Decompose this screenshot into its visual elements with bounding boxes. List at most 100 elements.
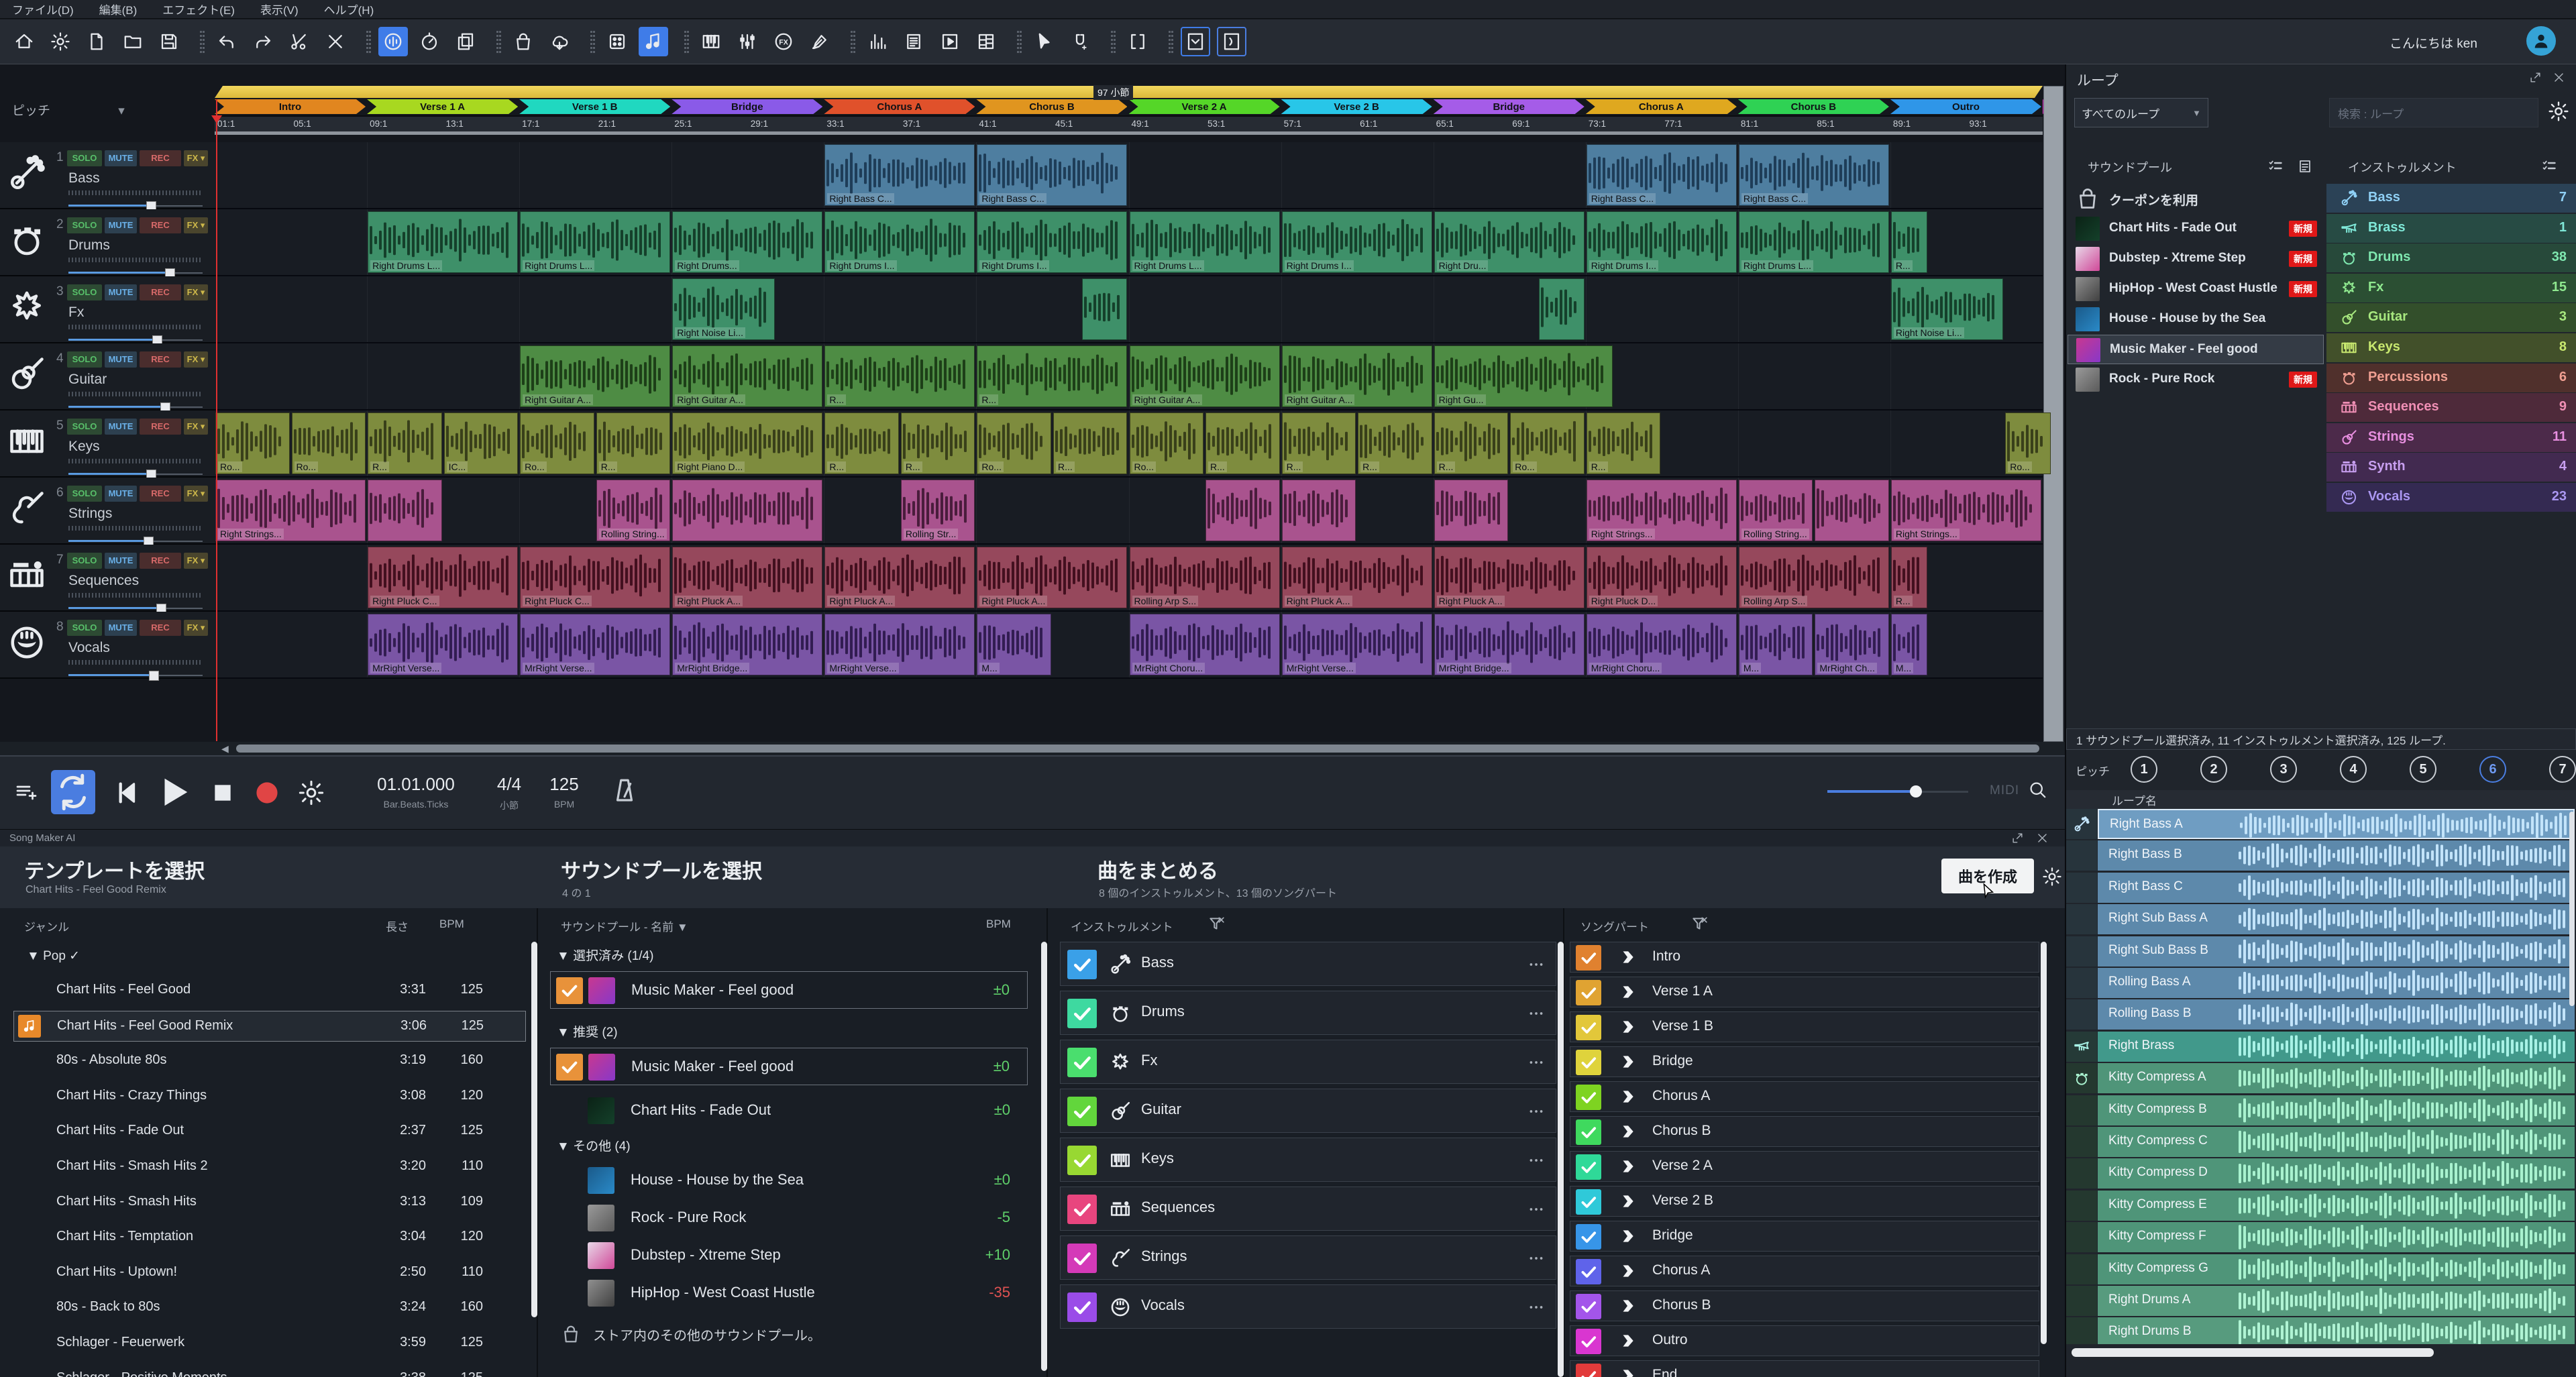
metronome-button[interactable] [610,777,639,805]
audio-clip[interactable]: Right Pluck C... [368,547,518,608]
loop-list-vertical-scrollbar[interactable] [2569,812,2575,1006]
audio-clip[interactable]: Right Noise Li... [672,278,775,340]
effects-fx-icon[interactable]: FX [769,27,798,56]
mute-button[interactable]: MUTE [105,553,137,569]
cloud-download-icon[interactable] [545,27,574,56]
solo-button[interactable]: SOLO [67,284,102,300]
audio-clip[interactable]: R... [977,345,1127,407]
checkbox-checked[interactable] [1576,1224,1601,1250]
audio-clip[interactable]: MrRight Verse... [1282,614,1432,675]
instrument-filter-row[interactable]: Synth4 [2326,453,2576,482]
stop-button[interactable] [209,779,236,806]
audio-clip[interactable]: Right Guitar A... [672,345,822,407]
audio-clip[interactable]: R... [1891,547,1927,608]
checkbox-checked[interactable] [1576,1154,1601,1180]
loop-body[interactable]: Right Drums A [2098,1286,2575,1316]
checkbox-checked[interactable] [1576,1329,1601,1354]
track-lane-strings[interactable]: Right Strings...Rolling String...Rolling… [215,478,2043,545]
audio-clip[interactable]: Right Strings... [1891,480,2041,541]
song-part-chorus-b[interactable]: Chorus B [1738,99,1889,114]
audio-clip[interactable]: Right Pluck C... [520,547,670,608]
loop-body[interactable]: Right Drums B [2098,1317,2575,1344]
audio-clip[interactable]: Ro... [1510,412,1585,474]
audio-clip[interactable]: Ro... [215,412,290,474]
audio-clip[interactable] [1815,480,1889,541]
piano-icon[interactable] [696,27,726,56]
more-options-button[interactable] [1527,1250,1545,1267]
song-parts-dice-icon[interactable] [602,27,632,56]
audio-clip[interactable]: Right Guitar A... [520,345,670,407]
record-arm-button[interactable]: REC [140,284,181,300]
instrument-filter-row[interactable]: Vocals23 [2326,483,2576,512]
assemble-instrument-row[interactable]: Drums [1060,991,1556,1035]
mute-button[interactable]: MUTE [105,217,137,233]
loop-row[interactable]: Rolling Bass A [2066,968,2576,998]
assemble-part-row[interactable]: Bridge [1570,1046,2039,1077]
assemble-part-row[interactable]: Intro [1570,942,2039,973]
checkbox-checked[interactable] [1067,1048,1097,1077]
song-part-chorus-a[interactable]: Chorus A [1586,99,1737,114]
audio-clip[interactable]: M... [1891,614,1927,675]
instrument-filter-row[interactable]: Sequences9 [2326,393,2576,422]
soundpool-group[interactable]: ▼ 選択済み (1/4) [557,946,653,964]
fade-curve-icon[interactable] [1217,27,1246,56]
skip-to-start-button[interactable] [113,779,140,806]
redo-icon[interactable] [248,27,278,56]
loop-row[interactable]: Right Bass A [2066,809,2576,839]
volume-knob[interactable] [149,671,159,681]
soundpool-group[interactable]: ▼ その他 (4) [557,1136,631,1154]
track-lane-bass[interactable]: Right Bass C...Right Bass C...Right Bass… [215,142,2043,209]
song-part-verse-1-b[interactable]: Verse 1 B [519,99,670,114]
assemble-part-row[interactable]: End [1570,1360,2039,1377]
soundpool-item[interactable]: Chart Hits - Fade Out新規 [2068,214,2324,243]
mute-button[interactable]: MUTE [105,150,137,166]
checkbox-checked[interactable] [1067,1292,1097,1322]
template-row[interactable]: Schlager - Positive Moments3:38125 [13,1364,525,1377]
audio-clip[interactable]: R... [1587,412,1661,474]
audio-clip[interactable]: Rolling Str... [901,480,975,541]
loop-row[interactable]: Right Bass C [2066,873,2576,903]
loop-row[interactable]: Right Bass B [2066,840,2576,871]
audio-clip[interactable]: Rolling Arp S... [1739,547,1889,608]
checkbox-checked[interactable] [1067,999,1097,1028]
menu-item-1[interactable]: 編集(B) [99,1,138,17]
audio-clip[interactable]: Ro... [977,412,1051,474]
track-lane-guitar[interactable]: Right Guitar A...Right Guitar A...R...R.… [215,343,2043,410]
audio-clip[interactable]: Right Drums L... [368,211,518,273]
assemble-part-row[interactable]: Chorus B [1570,1290,2039,1321]
time-signature-display[interactable]: 4/4 小節 [486,774,533,812]
checkbox-checked[interactable] [1576,1085,1601,1110]
instrument-filter-row[interactable]: Keys8 [2326,333,2576,362]
soundpool-item[interactable]: Music Maker - Feel good [2068,335,2324,364]
assemble-part-row[interactable]: Outro [1570,1325,2039,1356]
fx-button[interactable]: FX ▾ [184,419,208,435]
loop-list-horizontal-scrollbar[interactable] [2072,1348,2434,1357]
audio-clip[interactable]: MrRight Verse... [520,614,670,675]
audio-clip[interactable]: MrRight Choru... [1587,614,1737,675]
audio-clip[interactable]: R... [1358,412,1432,474]
audio-clip[interactable]: R... [824,345,975,407]
tempo-dial-icon[interactable] [415,27,444,56]
checkbox-checked[interactable] [1067,1195,1097,1224]
cut-icon[interactable] [284,27,314,56]
fx-button[interactable]: FX ▾ [184,284,208,300]
loop-row[interactable]: Right Drums A [2066,1286,2576,1316]
mouse-pointer-icon[interactable] [1029,27,1059,56]
instrument-filter-row[interactable]: Guitar3 [2326,303,2576,332]
solo-button[interactable]: SOLO [67,553,102,569]
audio-clip[interactable]: R... [368,412,442,474]
audio-clip[interactable]: Right Dru... [1434,211,1585,273]
song-part-chorus-b[interactable]: Chorus B [976,99,1127,114]
soundpool-item[interactable]: Rock - Pure Rock新規 [2068,365,2324,394]
audio-clip[interactable]: MrRight Ch... [1815,614,1889,675]
record-arm-button[interactable]: REC [140,351,181,368]
template-row[interactable]: Chart Hits - Feel Good3:31125 [13,975,525,1005]
loop-row[interactable]: Kitty Compress B [2066,1095,2576,1125]
fx-button[interactable]: FX ▾ [184,620,208,636]
column-scrollbar[interactable] [531,942,537,1317]
more-options-button[interactable] [1527,1054,1545,1071]
track-lane-keys[interactable]: Ro...Ro...R...IC...Ro...R...Right Piano … [215,410,2043,478]
audio-clip[interactable]: MrRight Verse... [824,614,975,675]
assemble-part-row[interactable]: Verse 2 A [1570,1151,2039,1182]
audio-clip[interactable] [1539,278,1585,340]
